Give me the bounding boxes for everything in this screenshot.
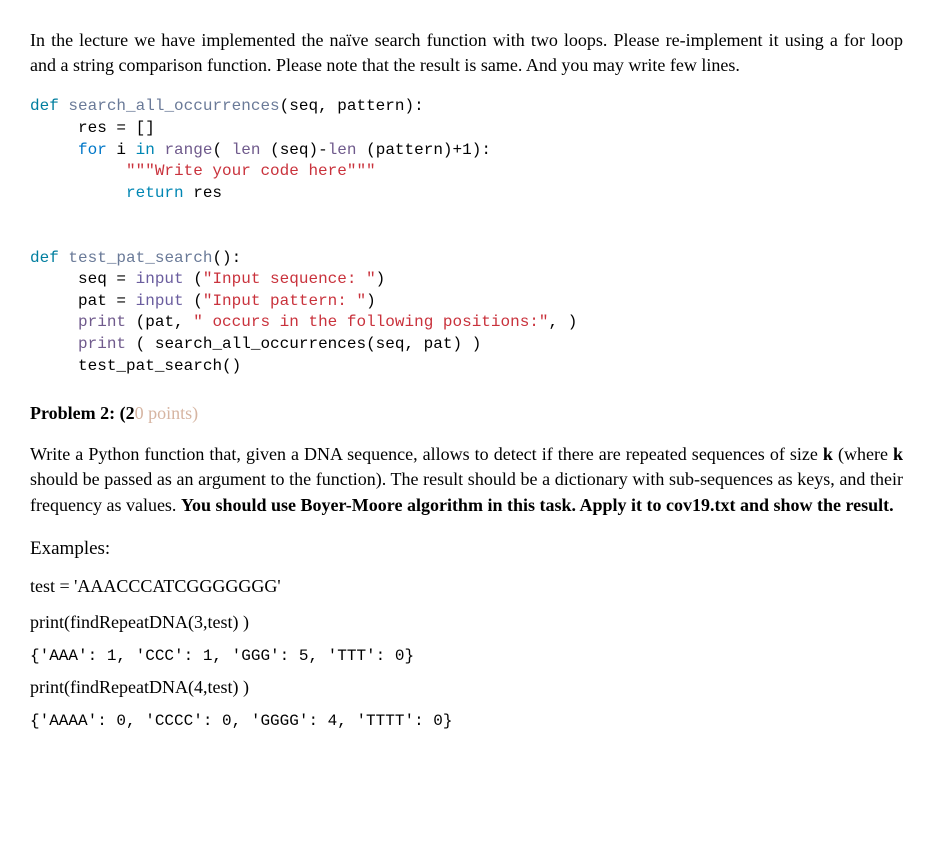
string-literal: " occurs in the following positions:" — [193, 313, 548, 331]
kw-for: for — [78, 141, 107, 159]
fn-name: search_all_occurrences — [68, 97, 279, 115]
kw-in: in — [136, 141, 155, 159]
docstring: """Write your code here""" — [126, 162, 376, 180]
examples-label: Examples: — [30, 536, 903, 563]
code-line: res = [] — [78, 119, 155, 137]
kw-def: def — [30, 97, 59, 115]
problem2-text: Write a Python function that, given a DN… — [30, 442, 903, 518]
example-output-1: {'AAA': 1, 'CCC': 1, 'GGG': 5, 'TTT': 0} — [30, 645, 903, 667]
string-literal: "Input sequence: " — [203, 270, 376, 288]
problem1-intro: In the lecture we have implemented the n… — [30, 28, 903, 78]
example-test-line: test = 'AAACCCATCGGGGGGG' — [30, 574, 903, 599]
kw-input: input — [136, 270, 184, 288]
fn-name: test_pat_search — [68, 249, 212, 267]
code-line: test_pat_search() — [78, 357, 241, 375]
kw-len: len — [328, 141, 357, 159]
problem2-heading: Problem 2: (20 points) — [30, 401, 903, 426]
example-call-2: print(findRepeatDNA(4,test) ) — [30, 675, 903, 700]
kw-def: def — [30, 249, 59, 267]
string-literal: "Input pattern: " — [203, 292, 366, 310]
example-call-1: print(findRepeatDNA(3,test) ) — [30, 610, 903, 635]
example-output-2: {'AAAA': 0, 'CCCC': 0, 'GGGG': 4, 'TTTT'… — [30, 710, 903, 732]
points-faded: 0 points) — [135, 403, 199, 423]
kw-input: input — [136, 292, 184, 310]
kw-print: print — [78, 335, 126, 353]
code-block-1: def search_all_occurrences(seq, pattern)… — [30, 96, 903, 377]
kw-print: print — [78, 313, 126, 331]
kw-return: return — [126, 184, 184, 202]
args: (seq, pattern): — [280, 97, 424, 115]
kw-len: len — [232, 141, 261, 159]
kw-range: range — [164, 141, 212, 159]
